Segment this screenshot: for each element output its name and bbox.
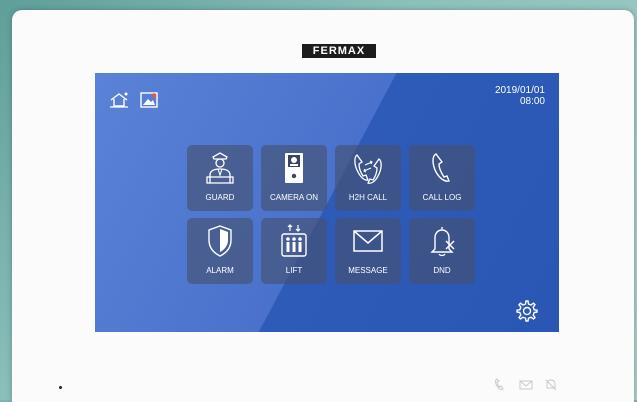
microphone-dot	[59, 386, 62, 389]
tile-label: MESSAGE	[348, 266, 388, 275]
guard-icon	[206, 152, 234, 184]
tile-message[interactable]: MESSAGE	[335, 218, 401, 284]
tile-call-log[interactable]: CALL LOG	[409, 145, 475, 211]
tile-label: ALARM	[206, 266, 234, 275]
call-indicator-icon	[495, 378, 504, 390]
gear-icon[interactable]	[514, 299, 538, 323]
screen-background	[95, 73, 559, 332]
datetime: 2019/01/01 08:00	[495, 85, 545, 107]
home-icon[interactable]	[109, 91, 129, 109]
tile-label: CAMERA ON	[269, 193, 318, 202]
gallery-icon[interactable]	[139, 91, 159, 109]
tile-label: GUARD	[205, 193, 235, 202]
lift-icon	[281, 224, 307, 257]
brand-logo: FERMAX	[302, 44, 376, 58]
tile-label: H2H CALL	[348, 193, 388, 202]
date-text: 2019/01/01	[494, 85, 545, 96]
bell-muted-icon	[430, 227, 455, 257]
tile-label: CALL LOG	[422, 193, 462, 202]
time-text: 08:00	[519, 96, 545, 107]
tile-label: LIFT	[285, 266, 303, 275]
tile-label: DND	[433, 266, 451, 275]
tile-h2h-call[interactable]: H2H CALL	[335, 145, 401, 211]
camera-panel-icon	[285, 153, 303, 183]
touch-screen: 2019/01/01 08:00 GUARD CAMERA ON H2H CAL…	[95, 73, 559, 332]
tile-dnd[interactable]: DND	[409, 218, 475, 284]
message-indicator-icon	[519, 380, 533, 390]
tile-alarm[interactable]: ALARM	[187, 218, 253, 284]
call-log-icon	[432, 153, 450, 182]
tile-lift[interactable]: LIFT	[261, 218, 327, 284]
shield-icon	[208, 225, 232, 257]
h2h-call-icon	[354, 154, 382, 184]
tile-guard[interactable]: GUARD	[187, 145, 253, 211]
dnd-indicator-icon	[545, 379, 557, 391]
envelope-icon	[353, 230, 383, 252]
tile-camera-on[interactable]: CAMERA ON	[261, 145, 327, 211]
